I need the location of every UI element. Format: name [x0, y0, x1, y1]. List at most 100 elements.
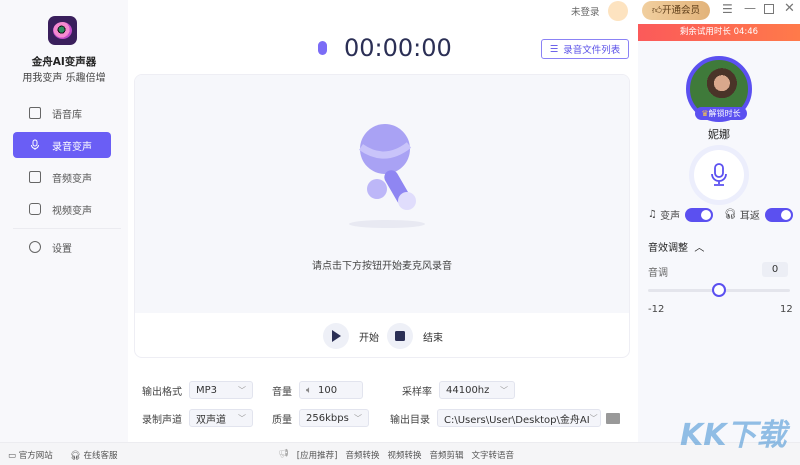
unlock-label: 解锁时长	[708, 109, 741, 118]
app-logo	[48, 16, 77, 45]
app-name: 金舟AI变声器	[31, 56, 97, 68]
nav-label: 视频变声	[52, 205, 92, 217]
volume-stepper[interactable]: 🔈︎ 100	[299, 381, 363, 399]
app-slogan: 用我变声 乐趣倍增	[22, 73, 106, 84]
channel-value: 双声道	[196, 414, 226, 426]
volume-setting: 音量 🔈︎ 100	[272, 381, 363, 399]
dir-value: C:\Users\User\Desktop\金舟AI	[444, 414, 590, 426]
title-bar: 未登录 👍︎开通会员 ☰ — ✕	[540, 0, 800, 22]
chevron-down-icon: ﹀	[354, 413, 362, 423]
button-label: 录音文件列表	[563, 45, 621, 56]
thumb-icon: 👍︎	[652, 5, 662, 16]
record-timer: 00:00:00	[318, 34, 452, 62]
channel-setting: 录制声道 双声道 ﹀	[142, 409, 253, 427]
recommend-label: [应用推荐]	[296, 451, 338, 461]
rate-label: 采样率	[402, 386, 432, 398]
monitor-toggle[interactable]	[764, 207, 793, 222]
speaker-icon: 🔈︎	[306, 384, 312, 396]
link-audio-edit[interactable]: 音频剪辑	[429, 449, 463, 461]
format-value: MP3	[196, 384, 218, 396]
voice-change-toggle-row: ♫ 变声	[648, 207, 714, 222]
vip-label: 开通会员	[661, 5, 700, 16]
recording-stage: 请点击下方按钮开始麦克风录音 开始 结束	[134, 74, 630, 358]
voice-change-toggle[interactable]	[685, 207, 714, 222]
online-support-link[interactable]: 🎧︎ 在线客服	[70, 449, 118, 461]
crown-icon: ♛	[701, 109, 709, 118]
recording-list-button[interactable]: ☰ 录音文件列表	[541, 39, 629, 59]
headphone-icon: 🎧︎	[724, 209, 737, 220]
maximize-icon[interactable]	[764, 4, 774, 14]
chevron-down-icon: ﹀	[589, 413, 598, 423]
menu-icon[interactable]: ☰	[722, 2, 733, 16]
chevron-down-icon: ﹀	[238, 413, 246, 423]
format-setting: 输出格式 MP3 ﹀	[142, 381, 253, 399]
volume-label: 音量	[272, 386, 292, 398]
sidebar-item-record-change[interactable]: 录音变声	[13, 132, 111, 158]
quality-value: 256kbps	[306, 412, 349, 424]
format-select[interactable]: MP3 ﹀	[189, 381, 253, 399]
support-label: 在线客服	[83, 451, 118, 461]
nav-label: 设置	[52, 243, 72, 255]
unlock-duration-button[interactable]: ♛解锁时长	[695, 107, 747, 120]
stop-button[interactable]: 结束	[387, 323, 443, 349]
mic-icon	[29, 139, 41, 151]
format-label: 输出格式	[142, 386, 182, 398]
monitor-label: 耳返	[739, 211, 760, 222]
megaphone-icon: 📢︎	[278, 449, 289, 459]
sample-rate-select[interactable]: 44100hz ﹀	[439, 381, 515, 399]
folder-icon[interactable]	[606, 412, 620, 424]
app-recommendations: 📢︎ [应用推荐] 音频转换 视频转换 音频剪辑 文字转语音	[278, 449, 514, 461]
website-label: 官方网站	[18, 451, 53, 461]
start-button[interactable]: 开始	[323, 323, 379, 349]
volume-value: 100	[318, 384, 338, 396]
quality-setting: 质量 256kbps ﹀	[272, 409, 369, 427]
sidebar-divider	[13, 228, 121, 229]
headset-icon: 🎧︎	[70, 451, 81, 461]
stop-icon	[387, 323, 413, 349]
login-status[interactable]: 未登录	[571, 4, 600, 18]
sidebar-item-settings[interactable]: 设置	[13, 234, 111, 260]
rate-value: 44100hz	[446, 384, 490, 396]
minimize-icon[interactable]: —	[744, 1, 756, 15]
sidebar-item-video-change[interactable]: 视频变声	[13, 196, 111, 222]
start-label: 开始	[359, 332, 379, 344]
vip-button[interactable]: 👍︎开通会员	[642, 1, 710, 20]
chevron-down-icon: ﹀	[238, 385, 246, 395]
pitch-slider-thumb[interactable]	[712, 283, 726, 297]
output-dir-select[interactable]: C:\Users\User\Desktop\金舟AI ﹀	[437, 409, 601, 427]
chevron-up-icon: ︿	[694, 243, 705, 254]
list-icon: ☰	[549, 43, 559, 55]
link-audio-convert[interactable]: 音频转换	[345, 449, 379, 461]
voice-panel: 剩余试用时长 04:46 ♛解锁时长 妮娜 ♫ 变声 🎧︎ 耳返 音效调整 ︿ …	[638, 24, 800, 442]
pitch-slider[interactable]	[648, 283, 790, 297]
quality-label: 质量	[272, 414, 292, 426]
user-avatar[interactable]	[608, 1, 628, 21]
microphone-button[interactable]	[694, 150, 744, 200]
official-website-link[interactable]: ▭ 官方网站	[8, 449, 53, 461]
monitor-icon: ▭	[8, 451, 17, 461]
pitch-label: 音调	[648, 268, 668, 279]
link-video-convert[interactable]: 视频转换	[387, 449, 421, 461]
sidebar-item-voice-library[interactable]: 语音库	[13, 100, 111, 126]
timer-text: 00:00:00	[344, 34, 452, 62]
channel-select[interactable]: 双声道 ﹀	[189, 409, 253, 427]
effects-header[interactable]: 音效调整 ︿	[648, 239, 704, 254]
mic-icon	[318, 41, 327, 55]
sidebar-item-audio-change[interactable]: 音频变声	[13, 164, 111, 190]
channel-label: 录制声道	[142, 414, 182, 426]
nav-label: 音频变声	[52, 173, 92, 185]
pitch-value[interactable]: 0	[762, 262, 788, 277]
gear-icon	[29, 241, 41, 253]
nav-label: 录音变声	[52, 141, 92, 153]
play-icon	[323, 323, 349, 349]
voice-change-label: 变声	[660, 211, 681, 222]
quality-select[interactable]: 256kbps ﹀	[299, 409, 369, 427]
video-play-icon	[29, 203, 41, 215]
effects-label: 音效调整	[648, 243, 688, 254]
stop-label: 结束	[423, 332, 443, 344]
link-text-to-speech[interactable]: 文字转语音	[471, 449, 514, 461]
close-icon[interactable]: ✕	[784, 1, 795, 16]
pitch-min: -12	[648, 304, 665, 315]
audio-wave-icon	[29, 171, 41, 183]
nav-label: 语音库	[52, 109, 82, 121]
